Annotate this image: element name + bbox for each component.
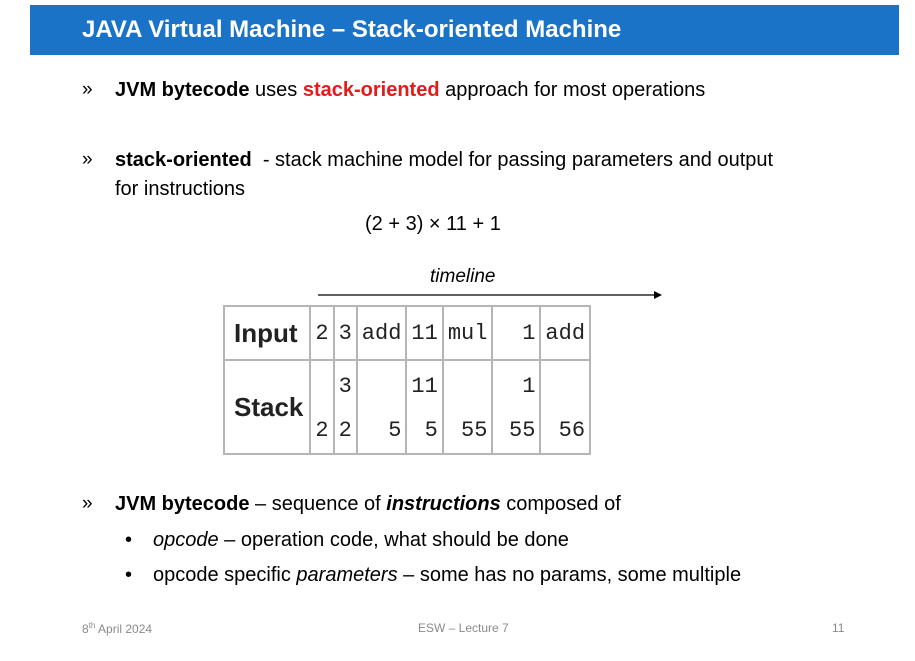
sub-bullet-marker: •	[125, 529, 133, 551]
input-cell: 11	[405, 305, 444, 361]
stack-top-value: 1	[522, 374, 536, 399]
term-jvm-bytecode: JVM bytecode	[115, 493, 250, 515]
stack-cell: 1 55	[491, 359, 542, 455]
term-opcode: opcode	[153, 529, 219, 551]
bullet-2-continuation: for instructions	[115, 178, 246, 200]
title-bar: JAVA Virtual Machine – Stack-oriented Ma…	[30, 5, 899, 55]
stack-cell: 56	[539, 359, 592, 455]
stack-cell: 32	[332, 359, 358, 455]
slide-title: JAVA Virtual Machine – Stack-oriented Ma…	[82, 16, 622, 43]
input-cell: 1	[491, 305, 542, 361]
stack-cell: 11 5	[405, 359, 444, 455]
stack-bottom-value: 56	[558, 418, 586, 443]
bullet-marker: »	[82, 79, 93, 100]
stack-bottom-value: 55	[509, 418, 536, 443]
footer-date: 8th April 2024	[82, 621, 153, 636]
input-cell: mul	[441, 305, 494, 361]
sub-bullet-marker: •	[125, 564, 133, 586]
stack-top-value: 11	[411, 374, 438, 399]
input-row: Input 2 3 add 11 mul 1 add	[222, 305, 592, 361]
stack-bottom-value: 2	[315, 418, 329, 443]
input-cell: add	[539, 305, 592, 361]
formula: (2 + 3) × 11 + 1	[365, 213, 501, 235]
input-cell: 3	[332, 305, 358, 361]
input-row-label: Input	[222, 305, 312, 361]
stack-bottom-value: 5	[388, 418, 402, 443]
term-stack-oriented-highlight: stack-oriented	[302, 79, 440, 101]
stack-top-value: 3	[338, 374, 352, 399]
stack-cell: 2	[309, 359, 335, 455]
term-jvm-bytecode: JVM bytecode	[115, 79, 250, 101]
stack-cell: 5	[355, 359, 408, 455]
stack-top-value	[362, 365, 402, 409]
stack-top-value	[545, 365, 585, 409]
bullet-marker: »	[82, 493, 93, 514]
input-cell: add	[355, 305, 408, 361]
term-parameters: parameters	[296, 564, 398, 586]
timeline-arrow-icon	[318, 291, 662, 299]
stack-row: Stack 2 32 5 11 5 55 1 55 56	[222, 359, 592, 455]
stack-bottom-value: 2	[338, 418, 352, 443]
timeline-label: timeline	[430, 266, 496, 287]
input-cell: 2	[309, 305, 335, 361]
footer-page-number: 11	[832, 621, 845, 635]
stack-top-value	[315, 365, 328, 409]
term-instructions: instructions	[386, 493, 501, 515]
stack-top-value	[448, 365, 488, 409]
stack-table: Input 2 3 add 11 mul 1 add Stack 2 32 5 …	[222, 305, 592, 455]
term-stack-oriented: stack-oriented	[115, 149, 252, 171]
stack-bottom-value: 55	[461, 418, 488, 443]
stack-bottom-value: 5	[424, 418, 438, 443]
stack-row-label: Stack	[222, 359, 312, 455]
bullet-marker: »	[82, 149, 93, 170]
stack-cell: 55	[441, 359, 494, 455]
footer-lecture: ESW – Lecture 7	[418, 621, 509, 635]
